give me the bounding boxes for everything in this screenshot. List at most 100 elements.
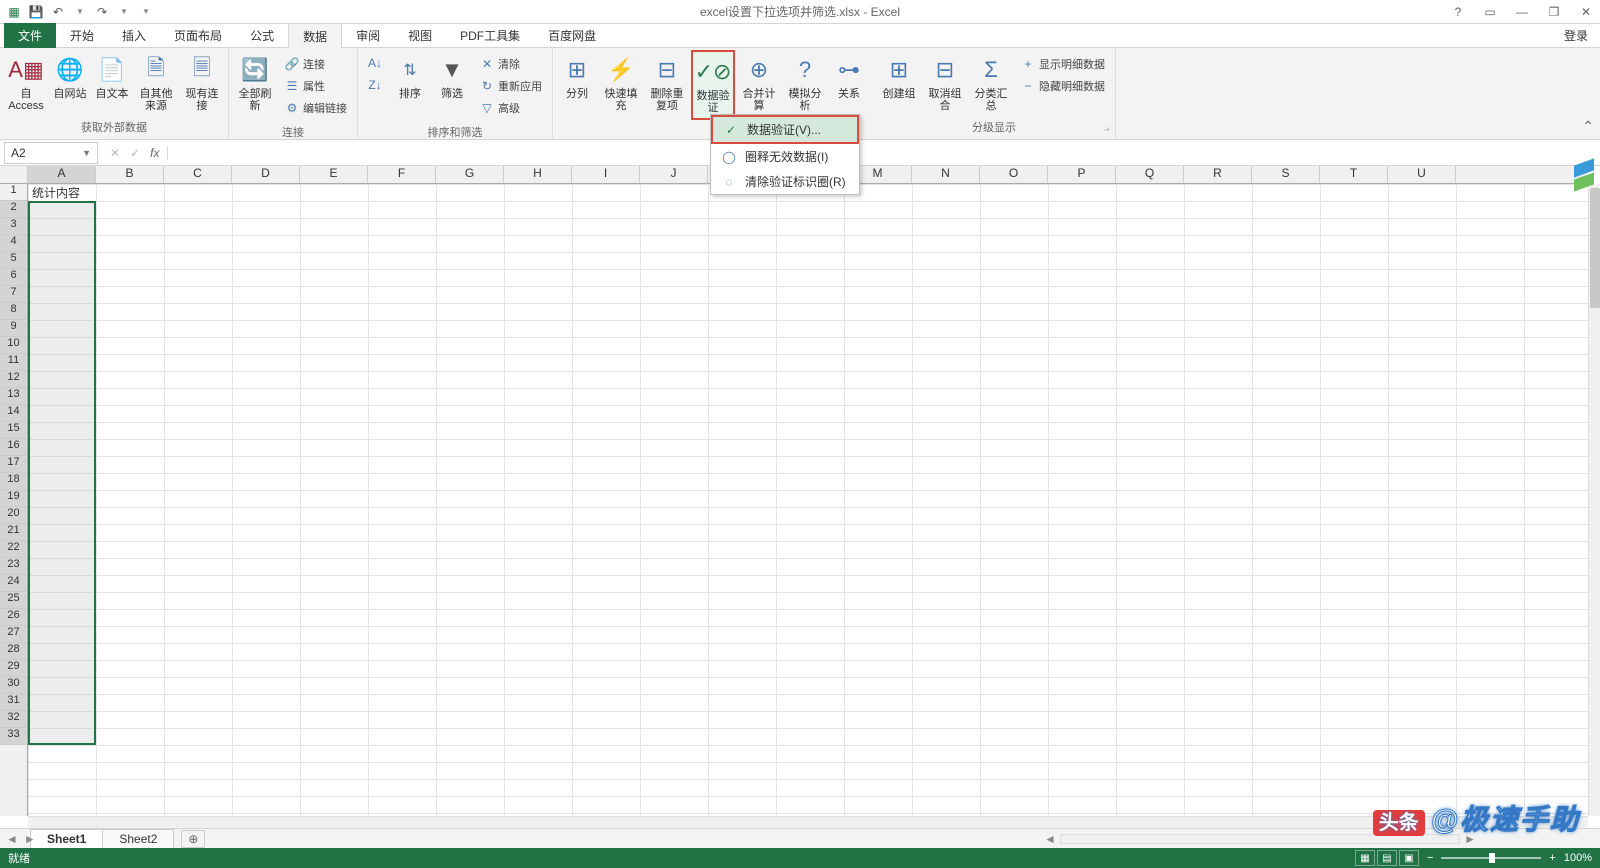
row-header-24[interactable]: 24: [0, 575, 27, 592]
view-pagebreak-button[interactable]: ▣: [1399, 850, 1419, 866]
hide-detail-button[interactable]: −隐藏明细数据: [1017, 76, 1109, 96]
sheet-prev-icon[interactable]: ◄: [6, 832, 18, 846]
column-header-T[interactable]: T: [1320, 166, 1388, 183]
column-header-G[interactable]: G: [436, 166, 504, 183]
row-header-9[interactable]: 9: [0, 320, 27, 337]
row-header-18[interactable]: 18: [0, 473, 27, 490]
tab-layout[interactable]: 页面布局: [160, 23, 236, 48]
connections-button[interactable]: 🔗连接: [281, 54, 351, 74]
column-header-B[interactable]: B: [96, 166, 164, 183]
enter-icon[interactable]: ✓: [130, 146, 140, 160]
from-other-button[interactable]: 🗎自其他来源: [134, 50, 178, 116]
sort-desc-button[interactable]: Z↓: [364, 76, 386, 94]
row-header-25[interactable]: 25: [0, 592, 27, 609]
row-header-23[interactable]: 23: [0, 558, 27, 575]
row-header-17[interactable]: 17: [0, 456, 27, 473]
cell-a1[interactable]: 统计内容: [28, 184, 96, 201]
flash-fill-button[interactable]: ⚡快速填充: [599, 50, 643, 116]
from-text-button[interactable]: 📄自文本: [92, 50, 132, 104]
column-header-O[interactable]: O: [980, 166, 1048, 183]
row-header-10[interactable]: 10: [0, 337, 27, 354]
row-header-28[interactable]: 28: [0, 643, 27, 660]
row-header-13[interactable]: 13: [0, 388, 27, 405]
zoom-out-button[interactable]: −: [1427, 852, 1433, 864]
ribbon-collapse-icon[interactable]: ⌃: [1582, 118, 1594, 135]
redo-dropdown-icon[interactable]: ▼: [116, 4, 132, 20]
tab-home[interactable]: 开始: [56, 23, 108, 48]
sheet-next-icon[interactable]: ►: [24, 832, 36, 846]
reapply-button[interactable]: ↻重新应用: [476, 76, 546, 96]
row-header-22[interactable]: 22: [0, 541, 27, 558]
row-header-33[interactable]: 33: [0, 728, 27, 745]
row-header-14[interactable]: 14: [0, 405, 27, 422]
row-header-5[interactable]: 5: [0, 252, 27, 269]
column-header-E[interactable]: E: [300, 166, 368, 183]
edit-links-button[interactable]: ⚙编辑链接: [281, 98, 351, 118]
vscroll-thumb[interactable]: [1590, 188, 1600, 308]
column-header-D[interactable]: D: [232, 166, 300, 183]
column-header-J[interactable]: J: [640, 166, 708, 183]
column-header-I[interactable]: I: [572, 166, 640, 183]
horizontal-scrollbar[interactable]: [28, 816, 1588, 828]
tab-data[interactable]: 数据: [288, 23, 342, 50]
help-icon[interactable]: ?: [1448, 5, 1468, 19]
column-header-R[interactable]: R: [1184, 166, 1252, 183]
column-header-A[interactable]: A: [28, 166, 96, 183]
text-to-columns-button[interactable]: ⊞分列: [557, 50, 597, 104]
sort-asc-button[interactable]: A↓: [364, 54, 386, 72]
consolidate-button[interactable]: ⊕合并计算: [737, 50, 781, 116]
ungroup-button[interactable]: ⊟取消组合: [923, 50, 967, 116]
login-link[interactable]: 登录: [1564, 27, 1588, 44]
row-header-19[interactable]: 19: [0, 490, 27, 507]
sheet-tab-1[interactable]: Sheet1: [30, 829, 103, 849]
view-layout-button[interactable]: ▤: [1377, 850, 1397, 866]
tab-insert[interactable]: 插入: [108, 23, 160, 48]
dropdown-circle-invalid[interactable]: ◯圈释无效数据(I): [711, 144, 859, 169]
advanced-filter-button[interactable]: ▽高级: [476, 98, 546, 118]
dropdown-clear-circles[interactable]: ◌清除验证标识圈(R): [711, 169, 859, 194]
cancel-icon[interactable]: ✕: [110, 146, 120, 160]
sheet-hscroll[interactable]: ◄►: [1040, 833, 1480, 845]
row-header-7[interactable]: 7: [0, 286, 27, 303]
row-header-31[interactable]: 31: [0, 694, 27, 711]
name-box[interactable]: A2▼: [4, 142, 98, 164]
clear-filter-button[interactable]: ✕清除: [476, 54, 546, 74]
cells-area[interactable]: 统计内容: [28, 184, 1588, 816]
row-header-27[interactable]: 27: [0, 626, 27, 643]
save-icon[interactable]: 💾: [28, 4, 44, 20]
maximize-icon[interactable]: ❐: [1544, 5, 1564, 19]
row-header-26[interactable]: 26: [0, 609, 27, 626]
whatif-button[interactable]: ?模拟分析: [783, 50, 827, 116]
undo-icon[interactable]: ↶: [50, 4, 66, 20]
zoom-level[interactable]: 100%: [1564, 852, 1592, 864]
sort-button[interactable]: ⇅排序: [390, 50, 430, 104]
minimize-icon[interactable]: —: [1512, 5, 1532, 19]
add-sheet-button[interactable]: ⊕: [181, 830, 205, 848]
fx-icon[interactable]: fx: [150, 146, 159, 160]
row-header-16[interactable]: 16: [0, 439, 27, 456]
dropdown-data-validation[interactable]: ✓数据验证(V)...: [711, 115, 859, 144]
filter-button[interactable]: ▼筛选: [432, 50, 472, 104]
tab-baidu[interactable]: 百度网盘: [534, 23, 610, 48]
tab-view[interactable]: 视图: [394, 23, 446, 48]
row-header-2[interactable]: 2: [0, 201, 27, 218]
select-all-corner[interactable]: [0, 166, 28, 184]
row-header-3[interactable]: 3: [0, 218, 27, 235]
show-detail-button[interactable]: +显示明细数据: [1017, 54, 1109, 74]
remove-duplicates-button[interactable]: ⊟删除重复项: [645, 50, 689, 116]
tab-formulas[interactable]: 公式: [236, 23, 288, 48]
column-header-C[interactable]: C: [164, 166, 232, 183]
formula-input[interactable]: [168, 142, 1600, 164]
row-header-32[interactable]: 32: [0, 711, 27, 728]
row-header-30[interactable]: 30: [0, 677, 27, 694]
zoom-slider[interactable]: [1441, 857, 1541, 859]
group-button[interactable]: ⊞创建组: [877, 50, 921, 104]
column-header-S[interactable]: S: [1252, 166, 1320, 183]
column-header-P[interactable]: P: [1048, 166, 1116, 183]
refresh-all-button[interactable]: 🔄全部刷新: [233, 50, 277, 116]
row-header-12[interactable]: 12: [0, 371, 27, 388]
column-header-N[interactable]: N: [912, 166, 980, 183]
subtotal-button[interactable]: Σ分类汇总: [969, 50, 1013, 116]
view-normal-button[interactable]: ▦: [1355, 850, 1375, 866]
row-header-8[interactable]: 8: [0, 303, 27, 320]
